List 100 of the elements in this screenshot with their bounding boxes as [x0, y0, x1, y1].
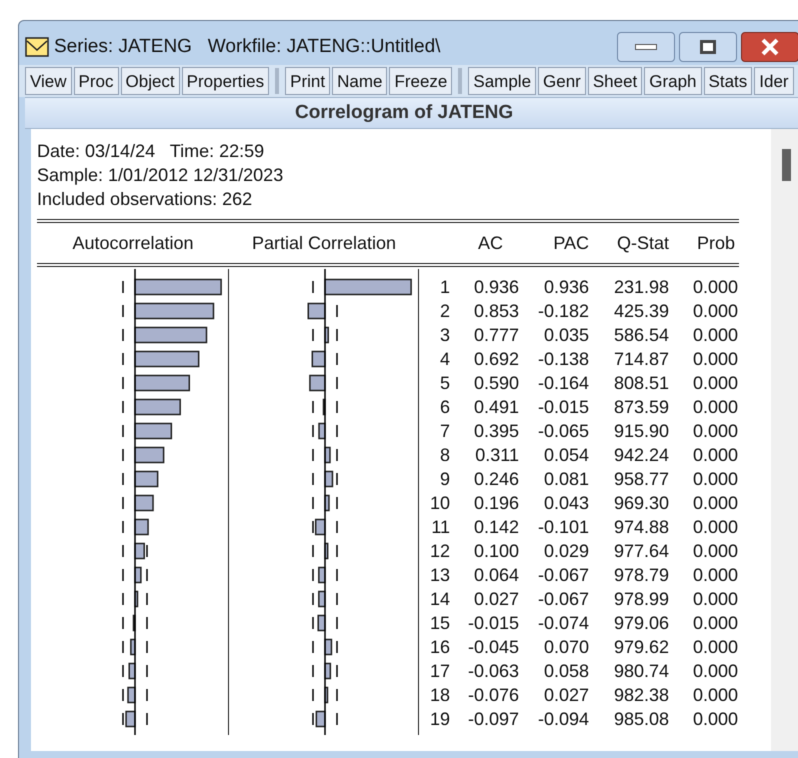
pac-cell-text: -0.164 [536, 372, 589, 395]
autocorrelation-bar [128, 662, 136, 680]
confidence-bound-mark [122, 689, 124, 701]
confidence-bound-mark [336, 593, 338, 605]
confidence-bound-mark [312, 449, 314, 461]
ac-cell-text: 0.100 [472, 540, 519, 563]
autocorrelation-bar [134, 470, 158, 488]
lag-cell-text: 12 [428, 540, 450, 563]
lag-cell-text: 4 [438, 348, 450, 371]
prob-cell-text: 0.000 [692, 636, 738, 659]
view-title: Correlogram of JATENG [295, 100, 514, 125]
column-header: Autocorrelation [71, 232, 195, 254]
autocorrelation-bar [130, 638, 136, 656]
q-stat-cell-text: 978.99 [612, 588, 669, 611]
q-stat-cell-text: 808.51 [612, 372, 669, 395]
q-stat-cell-text: 231.98 [612, 276, 669, 299]
pac-cell-text: 0.035 [542, 324, 589, 347]
confidence-bound-mark [122, 545, 124, 557]
prob-cell-text: 0.000 [692, 468, 738, 491]
ac-cell-text: -0.045 [466, 636, 519, 659]
q-stat-cell-text: 958.77 [612, 468, 669, 491]
toolbar-button[interactable]: Genr [538, 67, 586, 95]
scrollbar-thumb[interactable] [782, 149, 790, 181]
pac-cell-text: -0.094 [536, 708, 589, 731]
partial-correlation-bar [324, 686, 328, 704]
confidence-bound-mark [146, 689, 148, 701]
confidence-bound-mark [122, 497, 124, 509]
lag-cell-text: 2 [438, 300, 450, 323]
q-stat-cell-text: 915.90 [612, 420, 669, 443]
q-stat-cell-text: 977.64 [612, 540, 669, 563]
prob-cell-text: 0.000 [692, 396, 738, 419]
toolbar-button[interactable]: Ider [754, 67, 794, 95]
ac-cell-text: 0.196 [472, 492, 519, 515]
partial-correlation-bar [317, 614, 326, 632]
ac-cell-text: -0.063 [466, 660, 519, 683]
toolbar-button[interactable]: Proc [74, 67, 119, 95]
info-line: Sample: 1/01/2012 12/31/2023 [37, 164, 284, 187]
confidence-bound-mark [312, 713, 314, 725]
close-button[interactable] [741, 32, 798, 62]
lag-cell-text: 13 [428, 564, 450, 587]
prob-cell-text: 0.000 [692, 708, 738, 731]
confidence-bound-mark [312, 497, 314, 509]
maximize-button[interactable] [679, 32, 737, 62]
confidence-bound-mark [146, 617, 148, 629]
confidence-bound-mark [312, 689, 314, 701]
confidence-bound-mark [146, 713, 148, 725]
ac-cell-text: 0.311 [474, 444, 519, 467]
scrollbar[interactable] [771, 129, 798, 751]
confidence-bound-mark [122, 665, 124, 677]
column-header: Q-Stat [616, 232, 669, 254]
lag-cell-text: 3 [438, 324, 450, 347]
toolbar-button[interactable]: Print [285, 67, 330, 95]
prob-cell-text: 0.000 [692, 348, 738, 371]
confidence-bound-mark [312, 593, 314, 605]
q-stat-cell-text: 942.24 [612, 444, 669, 467]
toolbar-button[interactable]: Object [120, 67, 180, 95]
confidence-bound-mark [336, 377, 338, 389]
confidence-bound-mark [336, 425, 338, 437]
q-stat-cell-text: 978.79 [612, 564, 669, 587]
prob-cell-text: 0.000 [692, 492, 738, 515]
ac-cell-text: 0.395 [472, 420, 519, 443]
toolbar-button[interactable]: Freeze [389, 67, 452, 95]
minimize-button[interactable] [617, 32, 675, 62]
autocorrelation-bar [134, 374, 190, 392]
partial-correlation-bar [324, 470, 334, 488]
autocorrelation-bar [134, 398, 181, 416]
toolbar-button[interactable]: View [25, 67, 72, 95]
toolbar-button[interactable]: Properties [182, 67, 270, 95]
ac-cell-text: 0.777 [472, 324, 519, 347]
toolbar-button[interactable]: Name [332, 67, 388, 95]
ac-cell-text: 0.590 [472, 372, 519, 395]
pac-cell-text: 0.027 [542, 684, 589, 707]
window-title: Series: JATENG Workfile: JATENG::Untitled\ [54, 34, 440, 59]
confidence-bound-mark [312, 425, 314, 437]
confidence-bound-mark [336, 305, 338, 317]
pac-cell-text: -0.065 [536, 420, 589, 443]
autocorrelation-bar [134, 590, 138, 608]
confidence-bound-mark [122, 353, 124, 365]
confidence-bound-mark [122, 521, 124, 533]
column-header: AC [476, 232, 504, 254]
partial-correlation-bar [312, 350, 326, 368]
confidence-bound-mark [336, 449, 338, 461]
pac-cell-text: -0.182 [536, 300, 589, 323]
partial-correlation-bar [308, 302, 326, 320]
confidence-bound-mark [122, 401, 124, 413]
lag-cell-text: 15 [428, 612, 450, 635]
pac-cell-text: -0.138 [536, 348, 589, 371]
confidence-bound-mark [122, 377, 124, 389]
confidence-bound-mark [312, 665, 314, 677]
toolbar-button[interactable]: Graph [644, 67, 702, 95]
ac-cell-text: -0.015 [466, 612, 519, 635]
autocorrelation-bar [134, 350, 200, 368]
toolbar-button[interactable]: Stats [704, 67, 752, 95]
toolbar-button[interactable]: Sheet [588, 67, 642, 95]
lag-cell-text: 17 [428, 660, 450, 683]
toolbar-button[interactable]: Sample [468, 67, 536, 95]
ac-cell-text: 0.142 [472, 516, 519, 539]
prob-cell-text: 0.000 [692, 444, 738, 467]
confidence-bound-mark [312, 521, 314, 533]
lag-cell-text: 14 [428, 588, 450, 611]
